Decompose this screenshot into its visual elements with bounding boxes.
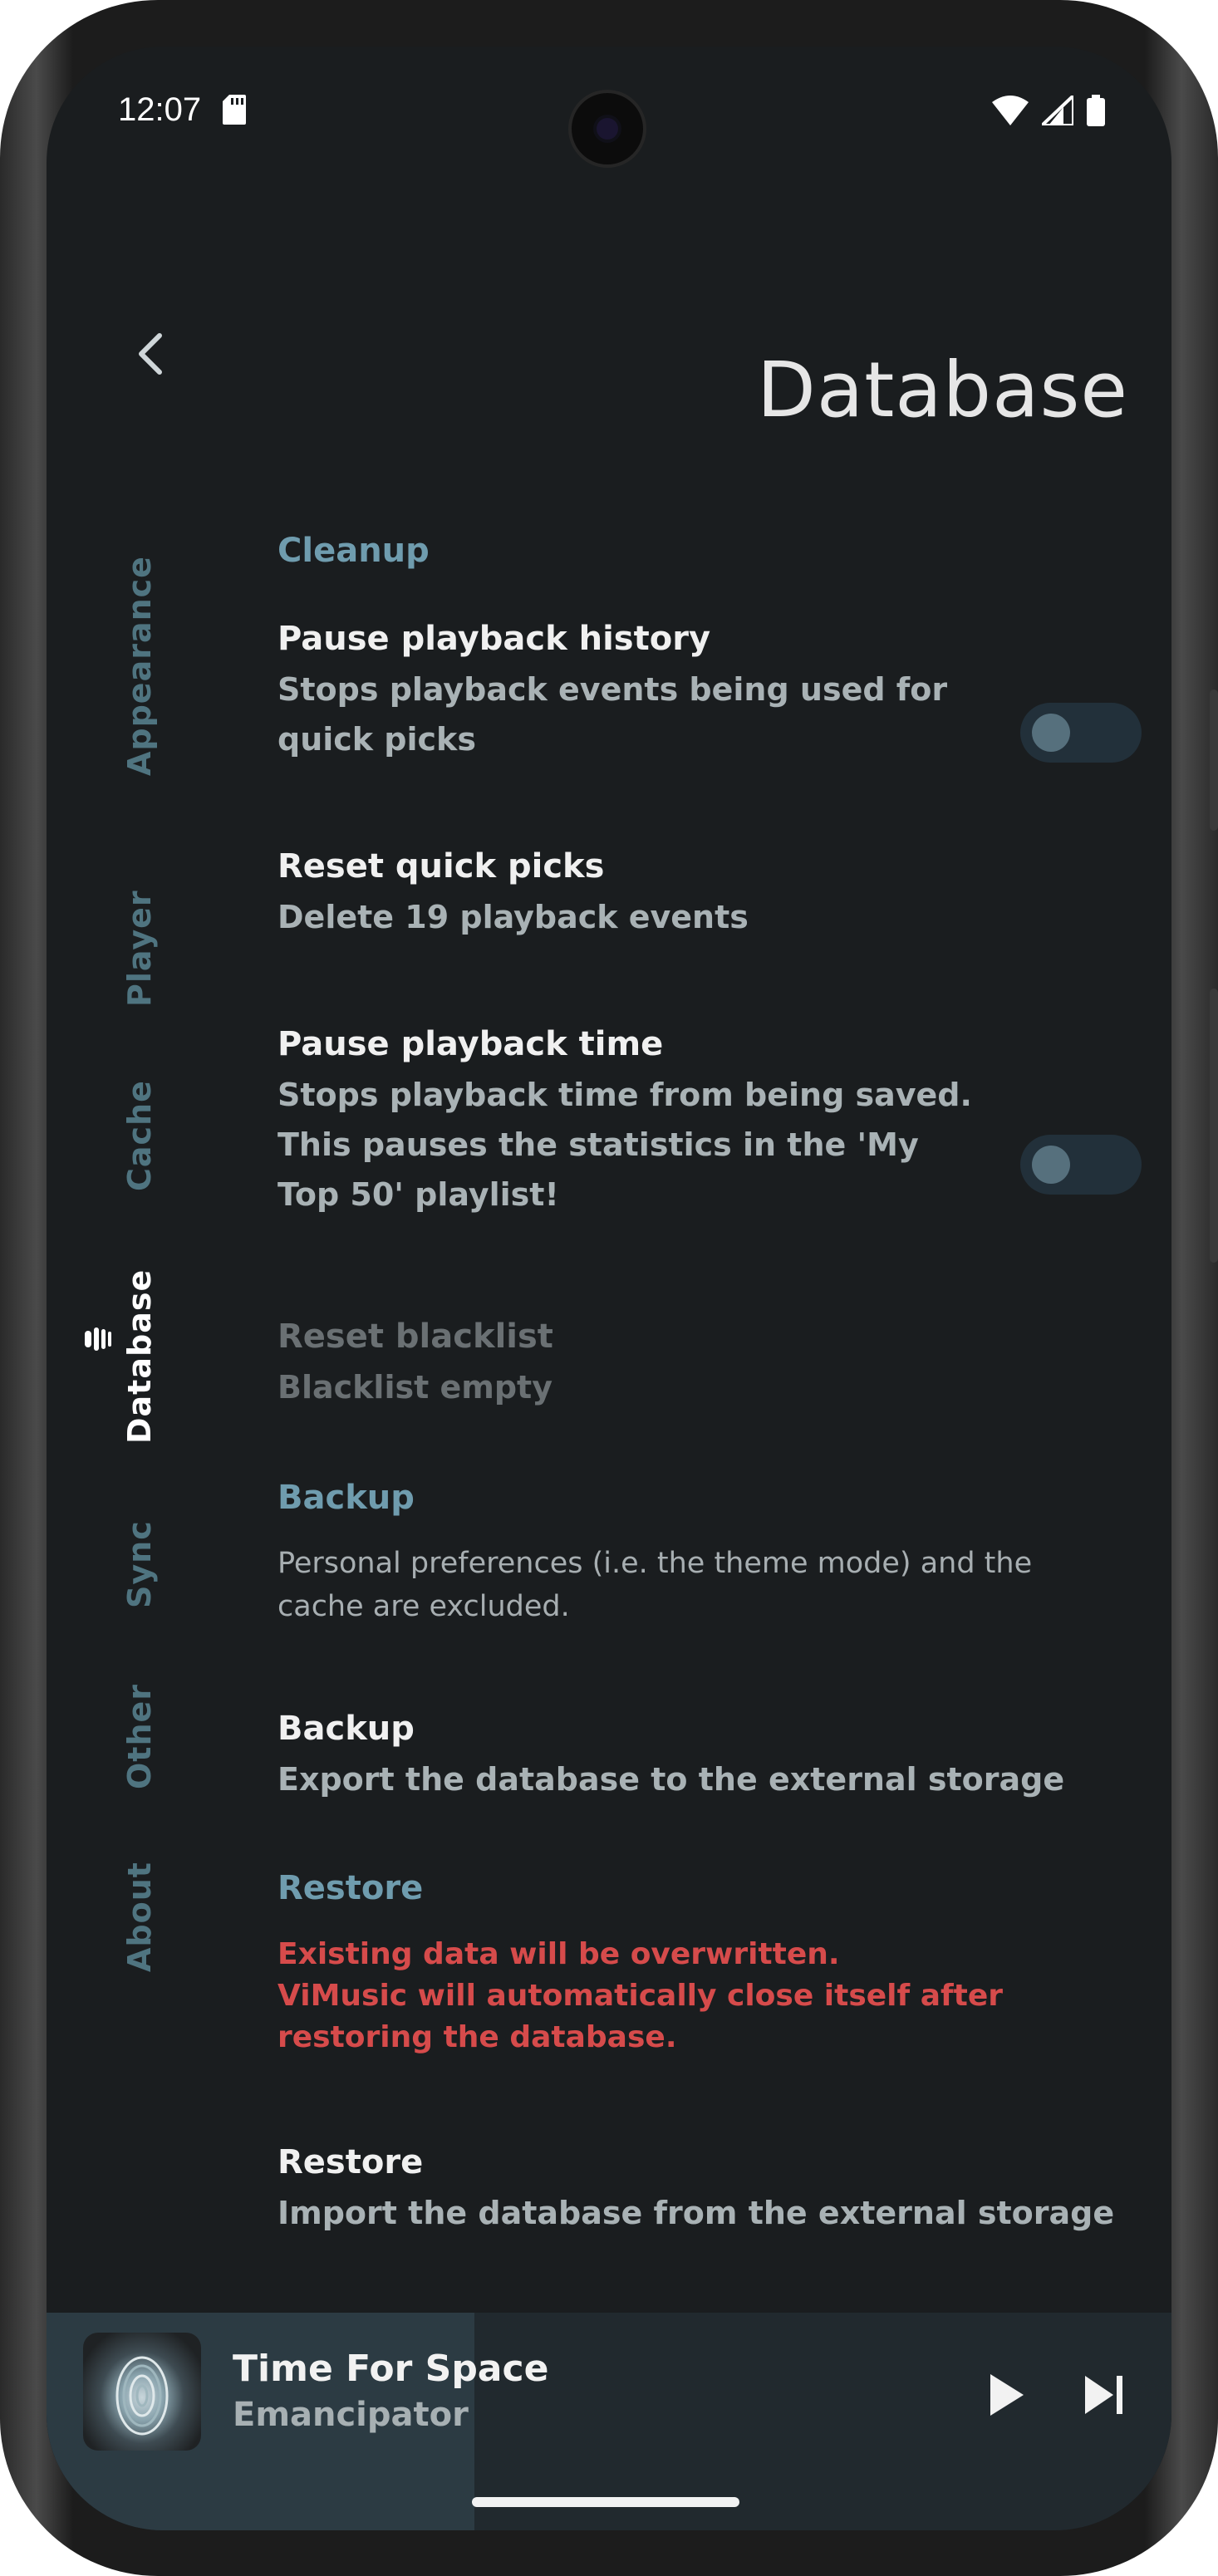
skip-next-icon[interactable] [1075,2366,1133,2424]
row-description: Import the database from the external st… [277,2195,1115,2231]
reset-blacklist-row: Reset blacklist Blacklist empty [277,1317,1142,1412]
home-indicator[interactable] [472,2497,739,2507]
row-title: Backup [277,1710,415,1748]
row-description: Blacklist empty [277,1369,553,1406]
backup-row[interactable]: Backup Export the database to the extern… [277,1710,1142,1804]
front-camera [568,90,646,168]
backup-note: Personal preferences (i.e. the theme mod… [277,1547,1033,1623]
row-title: Pause playback time [277,1025,664,1063]
row-description: Delete 19 playback events [277,899,749,935]
toggle-knob [1032,714,1070,752]
pause-history-toggle[interactable] [1020,703,1142,763]
row-title: Reset quick picks [277,847,605,886]
database-icon [85,1327,111,1351]
nav-item-appearance[interactable]: Appearance [121,556,158,776]
section-title-restore: Restore [277,1869,424,1907]
nav-item-player[interactable]: Player [121,890,158,1007]
warning-line: ViMusic will automatically close itself … [277,1979,1004,2054]
play-icon[interactable] [975,2366,1034,2424]
warning-line: Existing data will be overwritten. [277,1937,840,1971]
nav-item-about[interactable]: About [121,1862,158,1972]
battery-icon [1087,95,1105,126]
wifi-icon [992,96,1029,125]
restore-warning: Existing data will be overwritten. ViMus… [277,1934,1108,2058]
volume-button [1210,689,1218,831]
status-icons [992,95,1105,126]
nav-item-sync[interactable]: Sync [121,1520,158,1608]
row-description: Export the database to the external stor… [277,1761,1065,1798]
album-art [83,2333,201,2451]
track-artist: Emancipator [233,2396,469,2434]
pause-playback-time-toggle[interactable] [1020,1135,1142,1195]
screen: 12:07 Database Appearance Player Cache D… [47,47,1171,2530]
toggle-knob [1032,1146,1070,1184]
row-description: Stops playback time from being saved. Th… [277,1077,972,1213]
row-title: Pause playback history [277,620,711,658]
signal-icon [1042,96,1073,125]
nav-item-cache[interactable]: Cache [121,1080,158,1191]
nav-rail: Appearance Player Cache Database Sync Ot… [47,47,254,2530]
nav-item-database[interactable]: Database [121,1269,158,1444]
row-title: Reset blacklist [277,1317,553,1356]
reset-quick-picks-row[interactable]: Reset quick picks Delete 19 playback eve… [277,847,1142,942]
section-title-cleanup: Cleanup [277,532,430,570]
nav-item-other[interactable]: Other [121,1684,158,1789]
page-title: Database [757,346,1128,434]
track-title: Time For Space [233,2348,549,2390]
pause-history-row[interactable]: Pause playback history Stops playback ev… [277,620,1142,764]
power-button [1210,989,1218,1263]
restore-row[interactable]: Restore Import the database from the ext… [277,2143,1142,2238]
pause-playback-time-row[interactable]: Pause playback time Stops playback time … [277,1025,1142,1219]
section-title-backup: Backup [277,1479,415,1517]
row-description: Stops playback events being used for qui… [277,671,948,758]
row-title: Restore [277,2143,424,2181]
